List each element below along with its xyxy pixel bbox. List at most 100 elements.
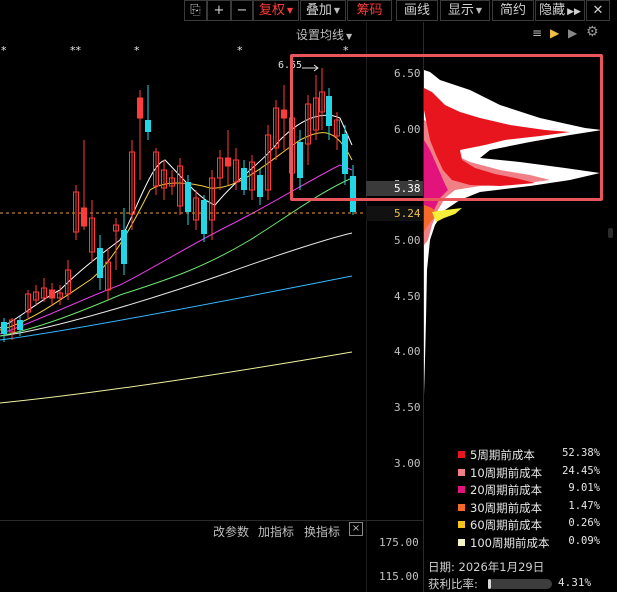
caret-down-icon: ▼ (346, 32, 353, 41)
hide-panel-button[interactable]: 隐藏 ▶▶ (535, 0, 585, 21)
candle (225, 130, 231, 185)
legend-swatch (458, 451, 465, 458)
candle (217, 150, 223, 190)
legend-value: 0.26% (568, 517, 600, 529)
legend-label: 5周期前成本 (470, 448, 535, 462)
candle (193, 190, 199, 230)
y-tick-label: 3.50 (394, 401, 421, 414)
close-icon: ✕ (592, 3, 604, 18)
candle (105, 248, 111, 300)
sub-y-tick-label: 115.00 (379, 570, 419, 583)
zoom-out-button[interactable]: − (231, 0, 253, 21)
legend-swatch (458, 538, 465, 546)
scrollbar[interactable] (608, 228, 613, 238)
candle (49, 283, 55, 306)
display-label: 显示 (447, 3, 474, 18)
simple-mode-button[interactable]: 简约 (492, 0, 534, 21)
close-button[interactable]: ✕ (586, 0, 610, 21)
candle (41, 278, 47, 302)
close-subchart-button[interactable]: × (349, 522, 363, 536)
legend-swatch (458, 468, 465, 476)
candle (65, 260, 71, 300)
candle (177, 158, 183, 215)
zoom-in-button[interactable]: + (207, 0, 231, 21)
candle (249, 155, 255, 200)
legend-value: 52.38% (562, 447, 600, 459)
profit-ratio-track (488, 579, 552, 589)
candle (81, 140, 87, 230)
highlight-annotation-box (290, 54, 603, 201)
legend-value: 0.09% (568, 534, 600, 547)
overlay-label: 叠加 (305, 3, 332, 18)
legend-item: 100周期前成本 0.09% (458, 535, 608, 553)
last-price-tag: 5.24 (366, 206, 423, 221)
chip-distribution-button[interactable]: 筹码 (347, 0, 392, 21)
double-chevron-right-icon: ▶▶ (567, 7, 581, 17)
legend-label: 30周期前成本 (470, 500, 543, 515)
zoom-in-icon: + (213, 3, 225, 18)
candle (121, 208, 127, 275)
ma-setting-dropdown[interactable]: 设置均线 ▼ (296, 26, 352, 43)
legend-label: 100周期前成本 (470, 535, 550, 550)
copy-button[interactable]: ⎘ (184, 0, 207, 21)
draw-line-label: 画线 (403, 3, 430, 18)
profit-ratio-label: 获利比率: (428, 577, 478, 591)
legend-swatch (458, 521, 465, 528)
caret-down-icon: ▼ (475, 6, 483, 15)
switch-indicator-button[interactable]: 换指标 (304, 523, 340, 540)
candle (97, 235, 103, 290)
hide-panel-label: 隐藏 (539, 3, 566, 18)
marker-star: * (1, 44, 7, 57)
sub-y-tick-label: 175.00 (379, 536, 419, 549)
candle (89, 200, 95, 262)
legend-swatch (458, 486, 465, 493)
simple-mode-label: 简约 (499, 3, 526, 18)
adjust-rights-label: 复权 (258, 3, 285, 18)
y-tick-label: 4.00 (394, 345, 421, 358)
marker-star: * (237, 44, 243, 57)
marker-star: ** (70, 44, 81, 57)
candle (1, 318, 7, 342)
candle (281, 85, 287, 150)
adjust-rights-dropdown[interactable]: 复权 ▼ (253, 0, 299, 21)
profit-ratio-value: 4.31% (558, 576, 592, 589)
ma-line-60 (0, 232, 353, 337)
candle (201, 195, 207, 242)
legend-item: 30周期前成本 1.47% (458, 500, 608, 518)
candle (241, 160, 247, 195)
copy-icon: ⎘ (190, 3, 201, 18)
candle (33, 285, 39, 305)
candle (145, 85, 151, 140)
y-tick-label: 3.00 (394, 457, 421, 470)
legend-item: 60周期前成本 0.26% (458, 517, 608, 535)
add-indicator-button[interactable]: 加指标 (258, 523, 294, 540)
chip-legend: 5周期前成本 52.38% 10周期前成本 24.45% 20周期前成本 9.0… (458, 447, 608, 552)
caret-down-icon: ▼ (333, 6, 341, 15)
display-dropdown[interactable]: 显示 ▼ (440, 0, 490, 21)
candle (161, 160, 167, 200)
ma-line-120 (0, 275, 353, 341)
ma-line-30 (0, 177, 353, 337)
chip-distribution-label: 筹码 (356, 3, 383, 18)
candle (273, 100, 279, 160)
edit-params-button[interactable]: 改参数 (213, 523, 249, 540)
close-icon: × (351, 523, 361, 534)
legend-value: 24.45% (562, 464, 600, 477)
legend-label: 20周期前成本 (470, 483, 543, 497)
legend-item: 5周期前成本 52.38% (458, 447, 608, 465)
candle (169, 170, 175, 195)
zoom-out-icon: − (236, 3, 248, 18)
marker-star: * (134, 44, 140, 57)
y-tick-label: 5.00 (394, 234, 421, 247)
legend-label: 60周期前成本 (470, 518, 543, 532)
legend-label: 10周期前成本 (470, 465, 543, 480)
candle (185, 175, 191, 225)
candle (137, 90, 143, 180)
legend-swatch (458, 503, 465, 511)
overlay-dropdown[interactable]: 叠加 ▼ (300, 0, 346, 21)
draw-line-button[interactable]: 画线 (396, 0, 438, 21)
legend-value: 9.01% (568, 482, 600, 494)
candle (257, 168, 263, 205)
chart-toolbar: ⎘ + − 复权 ▼ 叠加 ▼ 筹码 画线 显示 ▼ 简约 隐藏 ▶▶ ✕ (0, 0, 617, 22)
legend-value: 1.47% (568, 499, 600, 512)
